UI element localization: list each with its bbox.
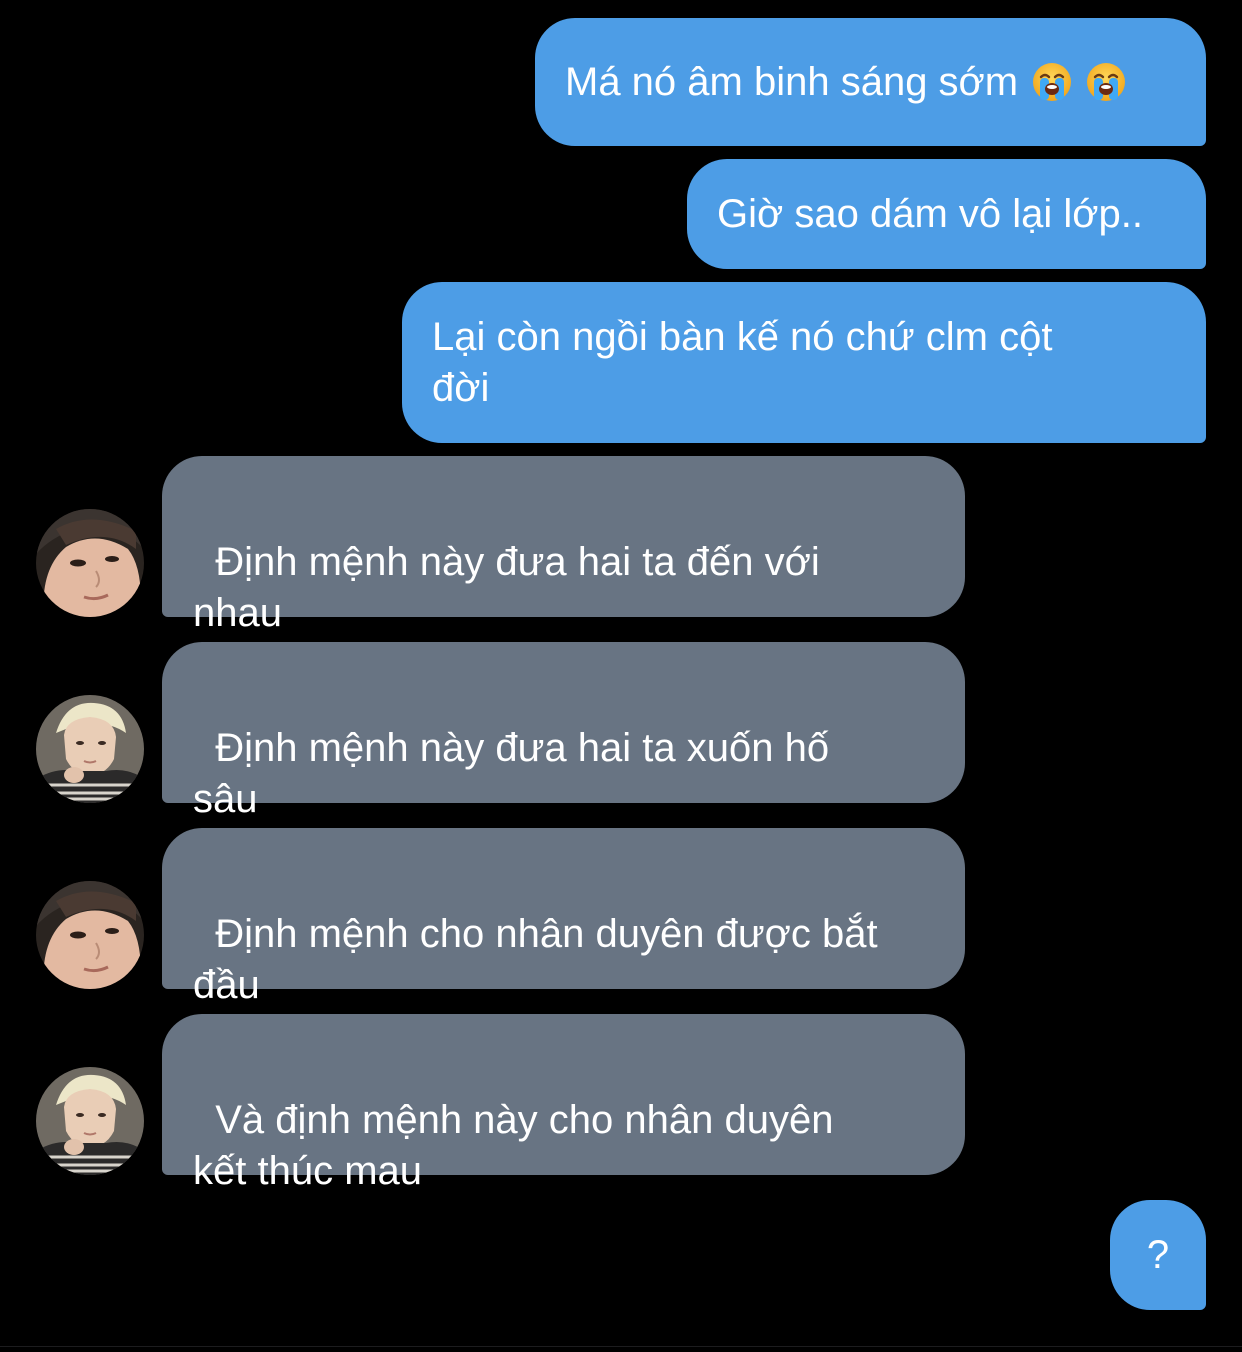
incoming-message[interactable]: Và định mệnh này cho nhân duyên kết thúc… xyxy=(162,1014,965,1193)
incoming-message[interactable]: Định mệnh này đưa hai ta đến với nhau xyxy=(162,456,965,635)
message-text: ? xyxy=(1146,1232,1170,1277)
message-text: Định mệnh này đưa hai ta xuốn hố sâu xyxy=(193,726,830,821)
message-text: Má nó âm binh sáng sớm xyxy=(565,59,1019,104)
message-text: Lại còn ngồi bàn kế nó chứ clm cột đời xyxy=(432,315,1053,410)
avatar[interactable] xyxy=(36,509,144,617)
outgoing-message[interactable]: Má nó âm binh sáng sớm xyxy=(535,18,1206,146)
avatar[interactable] xyxy=(36,695,144,803)
incoming-message[interactable]: Định mệnh này đưa hai ta xuốn hố sâu xyxy=(162,642,965,821)
loudly-crying-face-icon xyxy=(1086,62,1126,102)
outgoing-message[interactable]: Lại còn ngồi bàn kế nó chứ clm cột đời xyxy=(402,282,1206,443)
message-text: Giờ sao dám vô lại lớp.. xyxy=(717,191,1143,236)
loudly-crying-face-icon xyxy=(1032,62,1072,102)
message-text: Định mệnh cho nhân duyên được bắt đầu xyxy=(193,912,878,1007)
avatar[interactable] xyxy=(36,1067,144,1175)
message-text: Và định mệnh này cho nhân duyên kết thúc… xyxy=(193,1098,834,1193)
divider xyxy=(0,1346,1242,1347)
avatar[interactable] xyxy=(36,881,144,989)
message-text: Định mệnh này đưa hai ta đến với nhau xyxy=(193,540,820,635)
outgoing-message[interactable]: Giờ sao dám vô lại lớp.. xyxy=(687,159,1206,269)
incoming-message[interactable]: Định mệnh cho nhân duyên được bắt đầu xyxy=(162,828,965,1007)
outgoing-message[interactable]: ? xyxy=(1110,1200,1206,1310)
